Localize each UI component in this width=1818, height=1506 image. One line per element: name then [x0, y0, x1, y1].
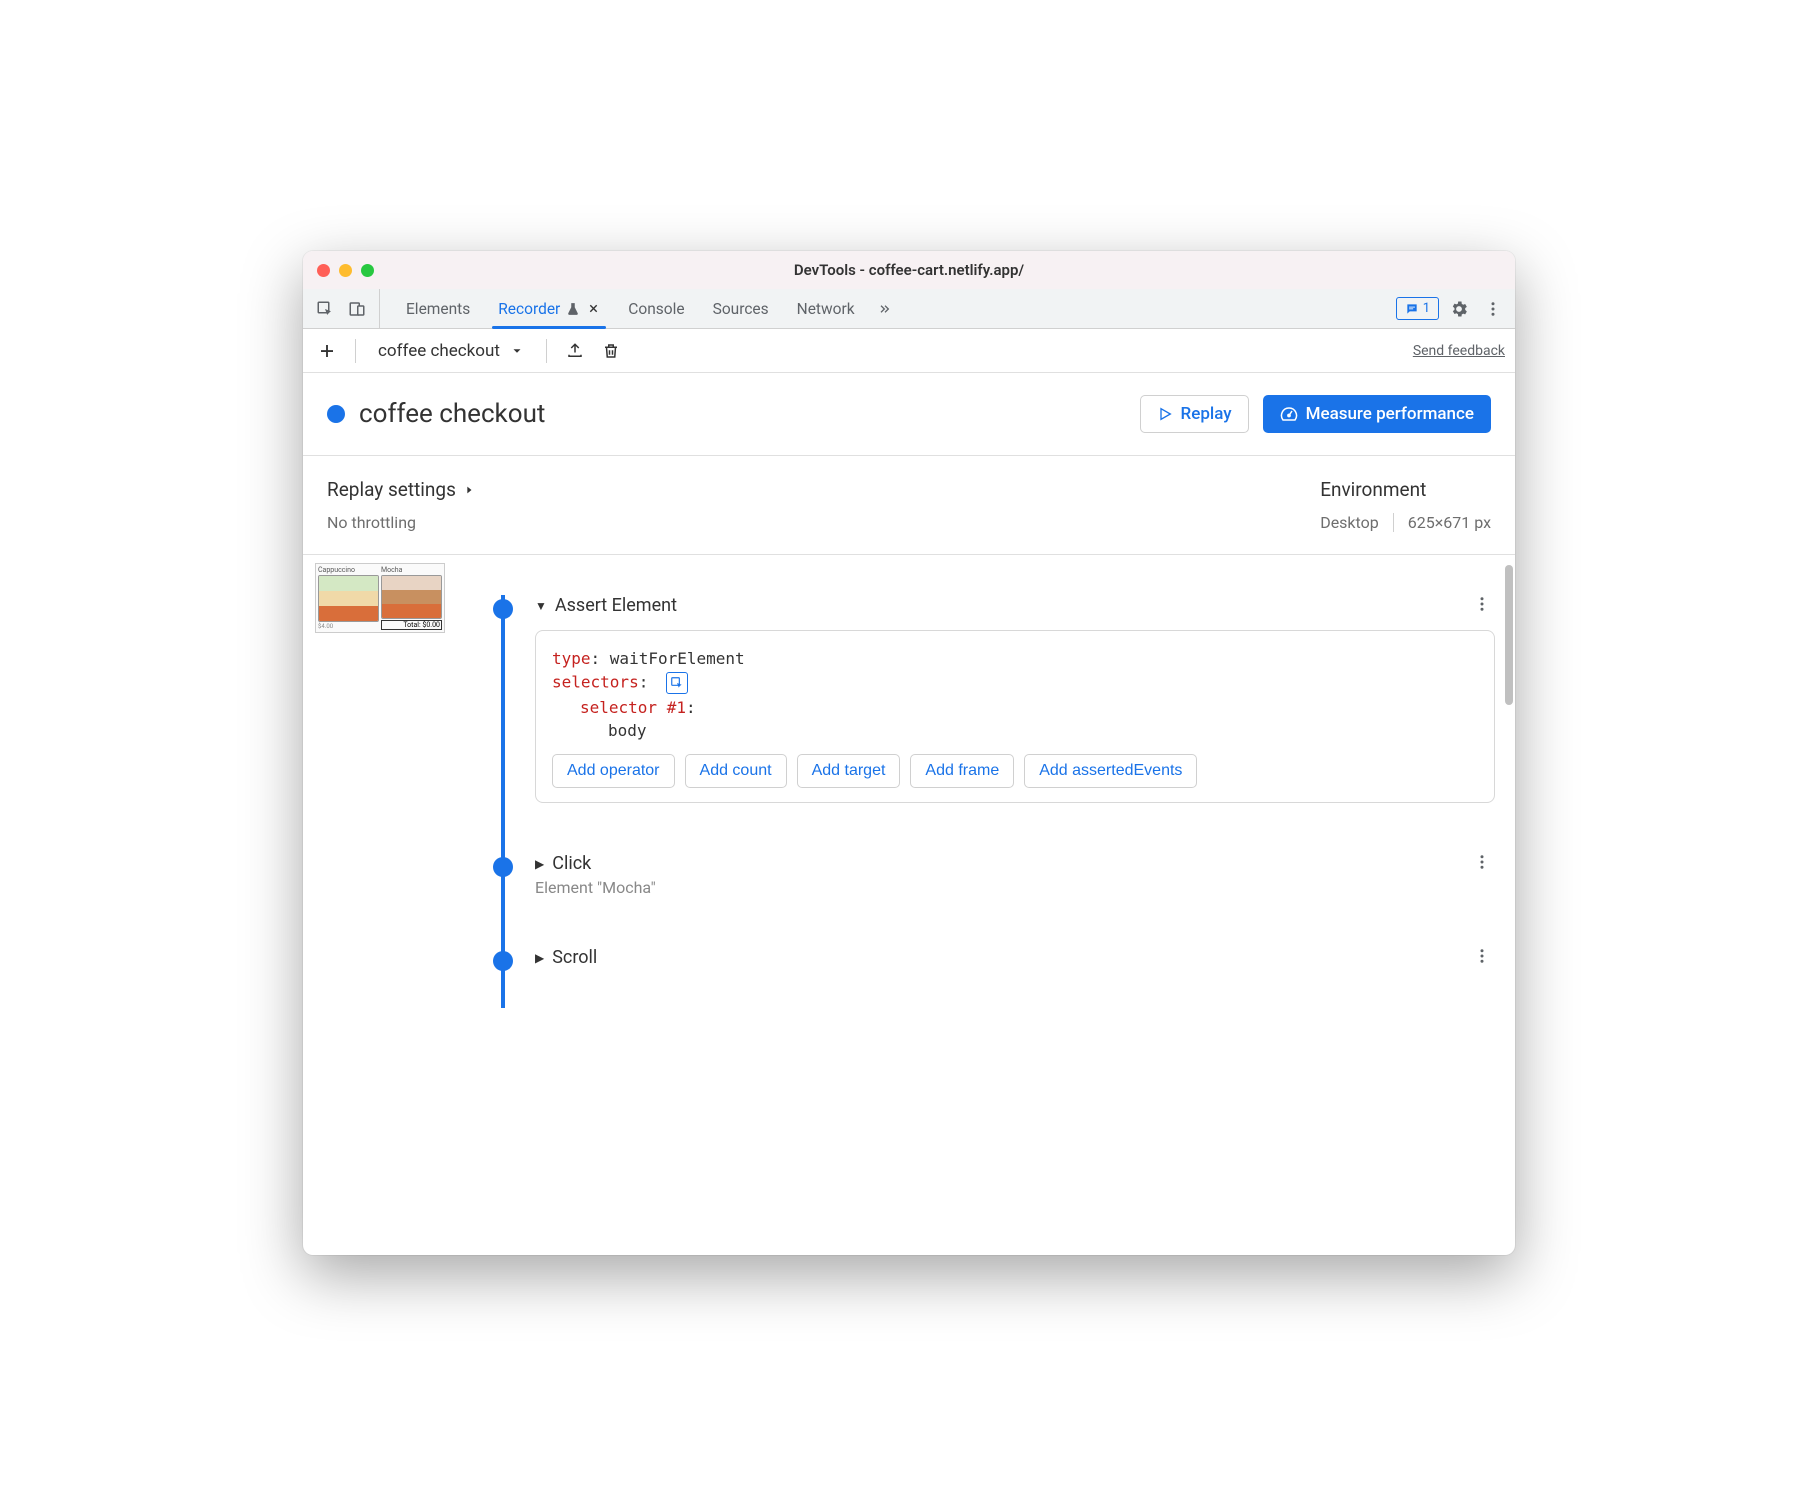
step-thumbnail[interactable]: Cappuccino $4.00 Mocha Total: $0.00 — [315, 563, 445, 633]
tab-label: Recorder — [498, 300, 560, 318]
step-title: Assert Element — [555, 595, 677, 616]
recording-status-dot — [327, 405, 345, 423]
code-key: selector #1 — [580, 698, 686, 717]
issues-count: 1 — [1423, 301, 1430, 316]
thumb-label: Mocha — [381, 566, 442, 574]
chevron-right-icon: ▶ — [535, 857, 544, 871]
devtools-window: DevTools - coffee-cart.netlify.app/ Elem… — [303, 251, 1515, 1255]
device-value: Desktop — [1320, 513, 1379, 532]
scrollbar-thumb[interactable] — [1505, 565, 1513, 705]
chevron-right-icon: ▶ — [535, 951, 544, 965]
more-tabs-icon[interactable] — [869, 295, 897, 323]
recording-selector[interactable]: coffee checkout — [370, 337, 532, 365]
add-count-button[interactable]: Add count — [685, 754, 787, 788]
recording-title: coffee checkout — [359, 399, 545, 429]
window-titlebar: DevTools - coffee-cart.netlify.app/ — [303, 251, 1515, 289]
tab-label: Sources — [713, 300, 769, 318]
code-value: waitForElement — [610, 649, 745, 668]
separator — [546, 339, 547, 363]
code-key: selectors — [552, 673, 639, 692]
flask-icon — [566, 302, 580, 316]
throttling-value: No throttling — [327, 513, 474, 532]
step-more-icon[interactable] — [1473, 853, 1491, 871]
chevron-right-icon — [464, 483, 474, 497]
step-subtitle: Element "Mocha" — [535, 878, 1495, 897]
replay-button[interactable]: Replay — [1140, 395, 1249, 433]
step-header[interactable]: ▼ Assert Element — [535, 595, 1495, 616]
replay-settings-toggle[interactable]: Replay settings — [327, 478, 474, 501]
chevron-down-icon — [510, 344, 524, 358]
step-more-icon[interactable] — [1473, 595, 1491, 613]
tab-sources[interactable]: Sources — [699, 289, 783, 328]
measure-label: Measure performance — [1306, 404, 1474, 424]
gauge-icon — [1280, 405, 1298, 423]
tab-console[interactable]: Console — [614, 289, 698, 328]
settings-icon[interactable] — [1445, 295, 1473, 323]
code-key: type — [552, 649, 591, 668]
scrollbar[interactable] — [1503, 555, 1513, 1255]
step-header[interactable]: ▶ Click — [535, 853, 1495, 874]
new-recording-icon[interactable] — [313, 337, 341, 365]
chevron-down-icon: ▼ — [535, 599, 547, 613]
device-toolbar-icon[interactable] — [343, 295, 371, 323]
thumb-label: Cappuccino — [318, 566, 379, 574]
thumb-total: Total: $0.00 — [381, 620, 442, 630]
delete-icon[interactable] — [597, 337, 625, 365]
step-marker — [493, 951, 513, 971]
settings-row: Replay settings No throttling Environmen… — [303, 456, 1515, 555]
environment-label: Environment — [1320, 478, 1491, 501]
tab-label: Console — [628, 300, 684, 318]
replay-label: Replay — [1181, 404, 1232, 424]
tab-label: Network — [797, 300, 855, 318]
step-click: ▶ Click Element "Mocha" — [493, 853, 1495, 897]
step-title: Scroll — [552, 947, 597, 968]
tab-recorder[interactable]: Recorder — [484, 289, 614, 328]
step-scroll: ▶ Scroll — [493, 947, 1495, 968]
window-title: DevTools - coffee-cart.netlify.app/ — [303, 261, 1515, 279]
window-controls — [303, 264, 374, 277]
recorder-toolbar: coffee checkout Send feedback — [303, 329, 1515, 373]
inspect-element-icon[interactable] — [311, 295, 339, 323]
viewport-value: 625×671 px — [1408, 513, 1491, 532]
play-icon — [1157, 406, 1173, 422]
add-frame-button[interactable]: Add frame — [910, 754, 1014, 788]
step-title: Click — [552, 853, 591, 874]
measure-performance-button[interactable]: Measure performance — [1263, 395, 1491, 433]
add-operator-button[interactable]: Add operator — [552, 754, 675, 788]
add-target-button[interactable]: Add target — [797, 754, 901, 788]
tab-network[interactable]: Network — [783, 289, 869, 328]
step-marker — [493, 857, 513, 877]
chat-icon — [1405, 302, 1419, 316]
export-icon[interactable] — [561, 337, 589, 365]
close-window-button[interactable] — [317, 264, 330, 277]
recording-title-group: coffee checkout — [327, 399, 545, 429]
step-more-icon[interactable] — [1473, 947, 1491, 965]
send-feedback-link[interactable]: Send feedback — [1413, 343, 1505, 359]
step-marker — [493, 599, 513, 619]
close-tab-icon[interactable] — [586, 302, 600, 316]
separator — [355, 339, 356, 363]
code-value: body — [608, 721, 647, 740]
more-options-icon[interactable] — [1479, 295, 1507, 323]
step-assert-element: ▼ Assert Element type: waitForElement se… — [493, 595, 1495, 803]
recording-name: coffee checkout — [378, 341, 500, 361]
step-header[interactable]: ▶ Scroll — [535, 947, 1495, 968]
element-picker-icon[interactable] — [666, 672, 688, 694]
devtools-tabbar: Elements Recorder Console Sources Networ… — [303, 289, 1515, 329]
issues-badge[interactable]: 1 — [1396, 297, 1439, 320]
timeline-content: Cappuccino $4.00 Mocha Total: $0.00 ▼ — [303, 555, 1515, 1255]
minimize-window-button[interactable] — [339, 264, 352, 277]
add-asserted-events-button[interactable]: Add assertedEvents — [1024, 754, 1197, 788]
tab-elements[interactable]: Elements — [392, 289, 484, 328]
recording-header: coffee checkout Replay Measure performan… — [303, 373, 1515, 456]
separator — [1393, 513, 1394, 532]
tab-label: Elements — [406, 300, 470, 318]
step-details: type: waitForElement selectors: selector… — [535, 630, 1495, 803]
replay-settings-label: Replay settings — [327, 478, 456, 501]
maximize-window-button[interactable] — [361, 264, 374, 277]
